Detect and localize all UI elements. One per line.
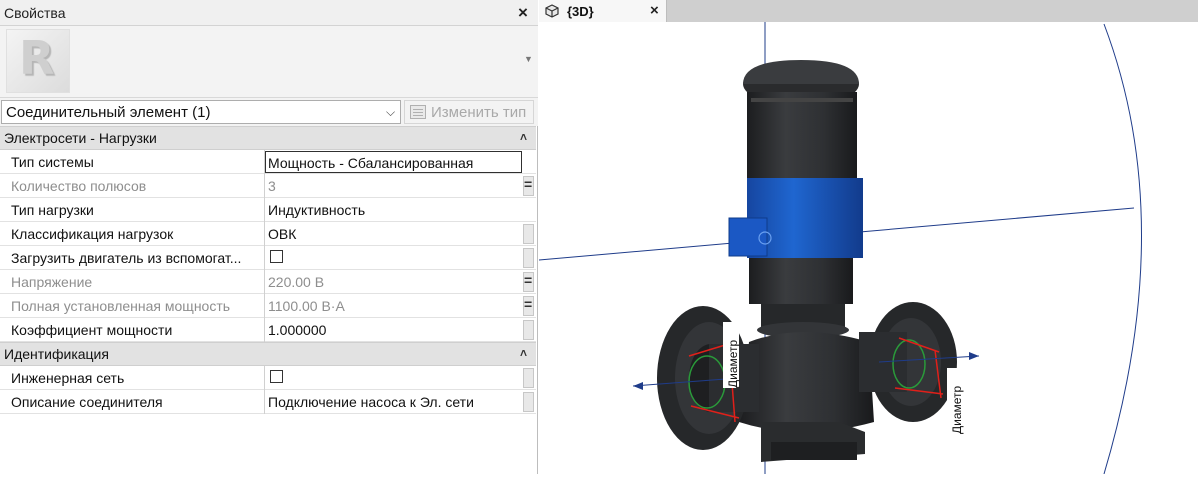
group-header-electrical-loads[interactable]: Электросети - Нагрузки ˄ (0, 126, 536, 150)
3d-view-icon (545, 4, 559, 21)
tab-title: {3D} (567, 4, 594, 19)
property-row-load-type[interactable]: Тип нагрузки Индуктивность (0, 198, 536, 222)
3d-canvas[interactable]: Диаметр Диаметр (538, 22, 1198, 475)
edit-type-label: Изменить тип (431, 104, 527, 121)
properties-grid: Электросети - Нагрузки ˄ Тип системы Мощ… (0, 126, 536, 414)
property-value: 1100.00 В·А (268, 298, 345, 314)
property-row-voltage: Напряжение 220.00 В (0, 270, 536, 294)
properties-title: Свойства (4, 5, 66, 21)
type-selector-row: Соединительный элемент (1) ⌵ Изменить ти… (0, 98, 538, 126)
property-value: 220.00 В (268, 274, 325, 290)
property-row-engineering-network[interactable]: Инженерная сеть (0, 366, 536, 390)
motor-load-checkbox[interactable] (270, 250, 283, 263)
associate-parameter-button[interactable] (523, 296, 534, 316)
engineering-network-checkbox[interactable] (270, 370, 283, 383)
properties-panel: Свойства × R ▼ Соединительный элемент (1… (0, 0, 538, 474)
property-name: Напряжение (0, 270, 265, 294)
associate-parameter-button[interactable] (523, 320, 534, 340)
element-type-selector[interactable]: Соединительный элемент (1) ⌵ (1, 100, 401, 124)
type-thumbnail: R (6, 29, 70, 93)
property-row-power-factor[interactable]: Коэффициент мощности 1.000000 (0, 318, 536, 342)
property-name: Инженерная сеть (0, 366, 265, 390)
group-header-identity[interactable]: Идентификация ˄ (0, 342, 536, 366)
properties-close-button[interactable]: × (518, 3, 528, 23)
property-value[interactable]: Подключение насоса к Эл. сети (266, 390, 522, 414)
property-name: Тип нагрузки (0, 198, 265, 222)
property-value[interactable]: ОВК (266, 222, 522, 246)
associate-parameter-button[interactable] (523, 224, 534, 244)
3d-model-drawing: Диаметр Диаметр (538, 22, 1142, 475)
property-row-load-classification[interactable]: Классификация нагрузок ОВК (0, 222, 536, 246)
section-arc (1103, 23, 1142, 475)
element-type-selector-value: Соединительный элемент (1) (6, 104, 211, 121)
property-value[interactable]: 1.000000 (266, 318, 522, 342)
edit-type-icon (410, 105, 426, 119)
property-row-apparent-load: Полная установленная мощность 1100.00 В·… (0, 294, 536, 318)
type-preview-dropdown-arrow-icon[interactable]: ▼ (524, 54, 533, 64)
associate-parameter-button[interactable] (523, 272, 534, 292)
property-name: Тип системы (0, 150, 265, 174)
tab-close-button[interactable]: × (650, 2, 659, 19)
property-name: Количество полюсов (0, 174, 265, 198)
property-value[interactable]: Индуктивность (266, 198, 522, 222)
tab-3d-view[interactable]: {3D} × (539, 0, 667, 22)
property-row-system-type[interactable]: Тип системы Мощность - Сбалансированная (0, 150, 536, 174)
group-title: Электросети - Нагрузки (4, 130, 157, 146)
property-name: Коэффициент мощности (0, 318, 265, 342)
3d-view-window: {3D} × Диаметр Диаметр (538, 0, 1198, 475)
property-value-system-type-input[interactable]: Мощность - Сбалансированная (265, 151, 522, 173)
revit-logo-icon: R (19, 31, 55, 85)
property-name: Описание соединителя (0, 390, 265, 414)
property-value: 3 (268, 178, 276, 194)
properties-title-bar: Свойства × (0, 0, 538, 26)
associate-parameter-button[interactable] (523, 248, 534, 268)
associate-parameter-button[interactable] (523, 392, 534, 412)
group-title: Идентификация (4, 346, 109, 362)
property-value-checkbox-cell (266, 246, 522, 270)
chevron-down-icon: ⌵ (386, 105, 396, 119)
property-name: Загрузить двигатель из вспомогат... (0, 246, 265, 270)
property-row-connector-description[interactable]: Описание соединителя Подключение насоса … (0, 390, 536, 414)
view-tab-bar: {3D} × (539, 0, 1198, 22)
property-row-number-of-poles: Количество полюсов 3 (0, 174, 536, 198)
dimension-label-right: Диаметр (950, 385, 964, 434)
associate-parameter-button[interactable] (523, 368, 534, 388)
collapse-group-icon[interactable]: ˄ (520, 346, 527, 360)
type-preview-area: R ▼ (0, 26, 538, 98)
associate-parameter-button[interactable] (523, 176, 534, 196)
edit-type-button[interactable]: Изменить тип (404, 100, 534, 124)
property-name: Полная установленная мощность (0, 294, 265, 318)
property-value-checkbox-cell (266, 366, 522, 390)
property-row-motor-load[interactable]: Загрузить двигатель из вспомогат... (0, 246, 536, 270)
dimension-label-left: Диаметр (726, 339, 740, 388)
property-name: Классификация нагрузок (0, 222, 265, 246)
collapse-group-icon[interactable]: ˄ (520, 130, 527, 144)
